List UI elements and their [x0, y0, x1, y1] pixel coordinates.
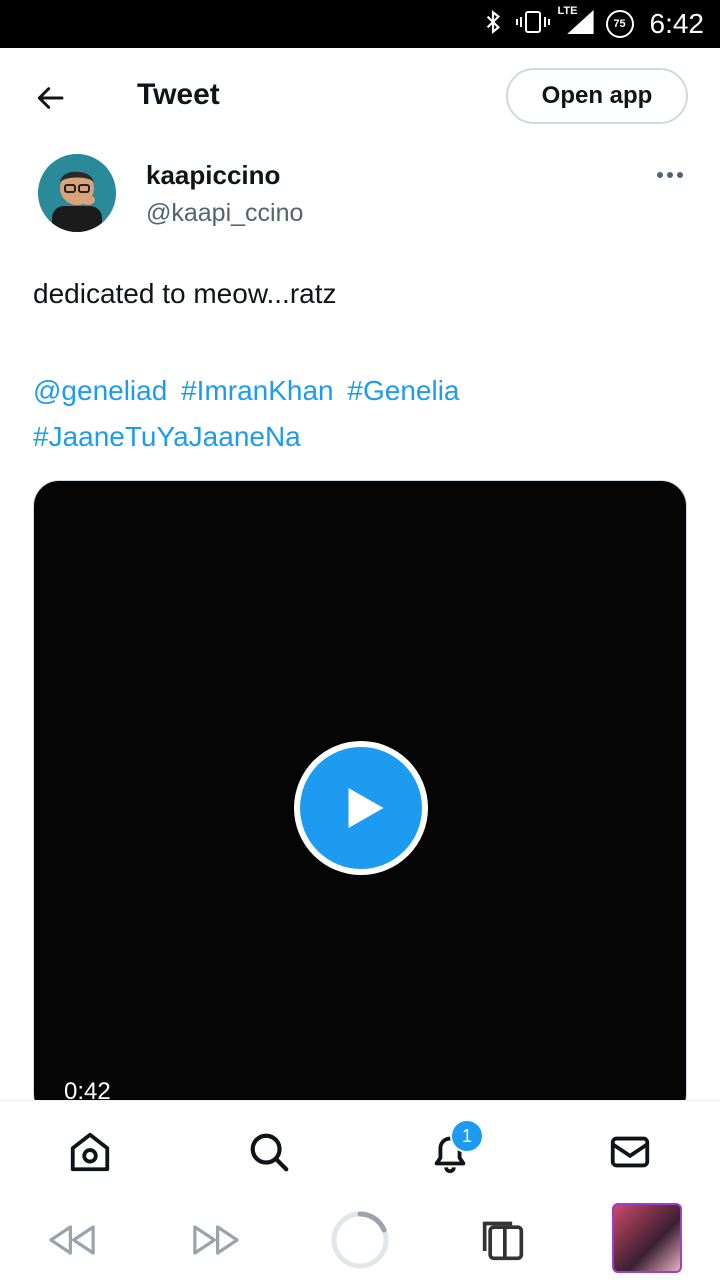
tabs-button[interactable]: [478, 1212, 528, 1268]
home-icon: [70, 1132, 110, 1172]
signal-icon: LTE: [558, 5, 596, 42]
messages-tab[interactable]: [607, 1129, 653, 1175]
more-icon-dot: [677, 172, 683, 178]
top-bar: Tweet Open app: [0, 48, 720, 146]
tabs-icon: [482, 1221, 524, 1261]
notification-badge: 1: [450, 1119, 484, 1153]
fast-forward-icon: [193, 1225, 239, 1255]
rewind-icon: [49, 1225, 95, 1255]
bottom-nav: 1: [0, 1100, 720, 1201]
clock: 6:42: [649, 8, 705, 39]
more-icon: [657, 172, 663, 178]
fast-forward-button[interactable]: [188, 1212, 244, 1268]
profile-thumbnail[interactable]: [612, 1203, 682, 1273]
back-arrow-icon: [37, 87, 64, 109]
play-icon: [348, 788, 384, 828]
hashtag-link[interactable]: #ImranKhan: [181, 375, 334, 406]
avatar[interactable]: [38, 154, 116, 232]
more-icon-dot: [667, 172, 673, 178]
video-player[interactable]: 0:42: [33, 480, 687, 1120]
back-button[interactable]: [30, 78, 70, 118]
page-title: Tweet: [137, 78, 220, 111]
hashtag-link[interactable]: #Genelia: [347, 375, 459, 406]
battery-icon: 75: [605, 10, 634, 38]
bluetooth-icon: [480, 8, 506, 41]
home-tab[interactable]: [67, 1129, 113, 1175]
tweet-text: dedicated to meow...ratz: [33, 278, 337, 309]
display-name[interactable]: kaapiccino: [146, 160, 280, 191]
user-handle[interactable]: @kaapi_ccino: [146, 199, 303, 228]
rewind-button[interactable]: [44, 1212, 100, 1268]
open-app-button[interactable]: Open app: [506, 68, 688, 124]
status-bar: LTE 75 6:42: [0, 0, 720, 48]
search-icon: [250, 1133, 289, 1172]
search-tab[interactable]: [246, 1129, 292, 1175]
play-button[interactable]: [294, 741, 428, 875]
vibrate-icon: [515, 8, 550, 41]
reload-icon: [331, 1211, 389, 1269]
reload-button[interactable]: [330, 1211, 390, 1269]
hashtag-link[interactable]: #JaaneTuYaJaaneNa: [33, 421, 301, 452]
mail-icon: [610, 1136, 650, 1168]
mention-link[interactable]: @geneliad: [33, 375, 167, 406]
more-options-button[interactable]: [650, 160, 690, 190]
tweet-tags: @geneliad #ImranKhan #Genelia #JaaneTuYa…: [33, 368, 693, 460]
